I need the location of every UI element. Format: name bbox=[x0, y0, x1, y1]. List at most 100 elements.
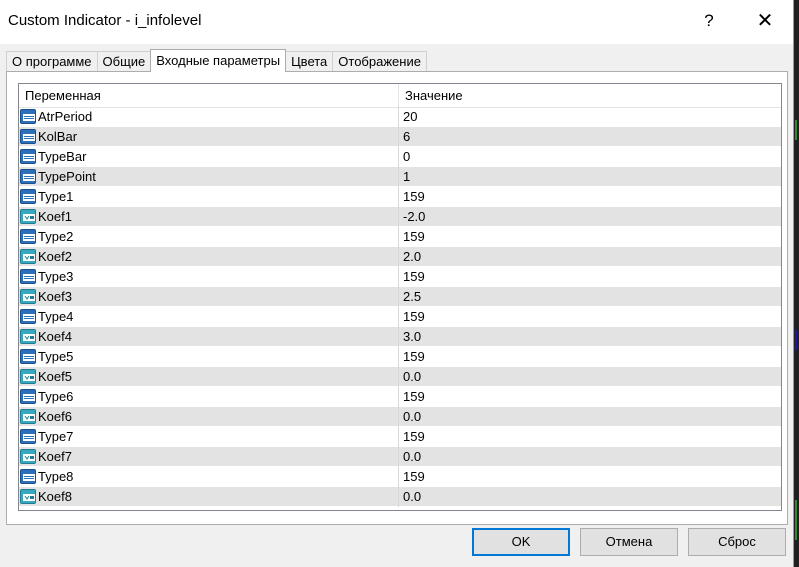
variable-name: Type7 bbox=[38, 429, 74, 444]
variable-cell: Type7 bbox=[19, 427, 399, 447]
double-type-icon bbox=[20, 369, 36, 384]
variable-name: Type4 bbox=[38, 309, 74, 324]
integer-type-icon bbox=[20, 429, 36, 444]
variable-name: Koef1 bbox=[38, 209, 72, 224]
table-row[interactable]: Type7 159 bbox=[19, 427, 781, 447]
value-cell[interactable]: 0.0 bbox=[399, 407, 781, 427]
value-cell[interactable]: 0.0 bbox=[399, 447, 781, 467]
variable-name: KolBar bbox=[38, 129, 78, 144]
value-cell[interactable]: 2.0 bbox=[399, 247, 781, 267]
table-row[interactable]: KolBar 6 bbox=[19, 127, 781, 147]
variable-name: AtrPeriod bbox=[38, 109, 93, 124]
double-type-icon bbox=[20, 289, 36, 304]
variable-cell: Type8 bbox=[19, 467, 399, 487]
variable-name: Koef7 bbox=[38, 449, 72, 464]
tab-common[interactable]: Общие bbox=[96, 51, 152, 72]
variable-cell: Koef6 bbox=[19, 407, 399, 427]
table-row[interactable]: TypePoint 1 bbox=[19, 167, 781, 187]
table-row[interactable]: Type1 159 bbox=[19, 187, 781, 207]
double-type-icon bbox=[20, 249, 36, 264]
reset-button[interactable]: Сброс bbox=[688, 528, 786, 556]
variable-cell: Type4 bbox=[19, 307, 399, 327]
integer-type-icon bbox=[20, 189, 36, 204]
cancel-button[interactable]: Отмена bbox=[580, 528, 678, 556]
variable-cell: Type3 bbox=[19, 267, 399, 287]
table-row[interactable]: Koef4 3.0 bbox=[19, 327, 781, 347]
variable-cell: TypeBar bbox=[19, 147, 399, 167]
tab-about[interactable]: О программе bbox=[6, 51, 98, 72]
column-header-variable[interactable]: Переменная bbox=[19, 84, 399, 107]
table-row[interactable]: Koef6 0.0 bbox=[19, 407, 781, 427]
ok-button[interactable]: OK bbox=[472, 528, 570, 556]
integer-type-icon bbox=[20, 229, 36, 244]
variable-cell: Koef4 bbox=[19, 327, 399, 347]
table-row[interactable]: Koef2 2.0 bbox=[19, 247, 781, 267]
variable-name: Koef6 bbox=[38, 409, 72, 424]
table-row[interactable]: Koef1 -2.0 bbox=[19, 207, 781, 227]
variable-cell: Koef5 bbox=[19, 367, 399, 387]
inputs-panel: Переменная Значение AtrPeriod 20 KolBar 6 Ty… bbox=[6, 71, 788, 525]
value-cell[interactable]: 0 bbox=[399, 147, 781, 167]
double-type-icon bbox=[20, 409, 36, 424]
parameters-table: Переменная Значение AtrPeriod 20 KolBar 6 Ty… bbox=[18, 83, 782, 511]
value-cell[interactable]: 159 bbox=[399, 467, 781, 487]
tab-visualization[interactable]: Отображение bbox=[332, 51, 427, 72]
value-cell[interactable]: 0.0 bbox=[399, 367, 781, 387]
window-title: Custom Indicator - i_infolevel bbox=[8, 12, 202, 29]
integer-type-icon bbox=[20, 469, 36, 484]
table-row[interactable]: Koef3 2.5 bbox=[19, 287, 781, 307]
variable-name: Koef3 bbox=[38, 289, 72, 304]
table-row[interactable]: TypeBar 0 bbox=[19, 147, 781, 167]
value-cell[interactable]: 159 bbox=[399, 187, 781, 207]
variable-cell: KolBar bbox=[19, 127, 399, 147]
integer-type-icon bbox=[20, 349, 36, 364]
value-cell[interactable]: 159 bbox=[399, 347, 781, 367]
column-header-value[interactable]: Значение bbox=[399, 84, 781, 107]
variable-name: Type6 bbox=[38, 389, 74, 404]
double-type-icon bbox=[20, 489, 36, 504]
integer-type-icon bbox=[20, 269, 36, 284]
value-cell[interactable]: -2.0 bbox=[399, 207, 781, 227]
value-cell[interactable]: 20 bbox=[399, 107, 781, 127]
table-row[interactable]: Type2 159 bbox=[19, 227, 781, 247]
chart-line bbox=[795, 500, 797, 540]
variable-cell: Koef7 bbox=[19, 447, 399, 467]
variable-name: Type1 bbox=[38, 189, 74, 204]
variable-cell: Type6 bbox=[19, 387, 399, 407]
value-cell[interactable]: 3.0 bbox=[399, 327, 781, 347]
chart-line bbox=[795, 330, 797, 350]
table-row[interactable]: Type5 159 bbox=[19, 347, 781, 367]
close-icon[interactable]: ✕ bbox=[750, 8, 780, 34]
value-cell[interactable]: 0.0 bbox=[399, 487, 781, 507]
table-row[interactable]: Type3 159 bbox=[19, 267, 781, 287]
value-cell[interactable]: 159 bbox=[399, 227, 781, 247]
title-bar[interactable]: Custom Indicator - i_infolevel ? ✕ bbox=[0, 0, 793, 44]
help-icon[interactable]: ? bbox=[698, 8, 720, 34]
table-row[interactable]: Type4 159 bbox=[19, 307, 781, 327]
table-row[interactable]: Koef8 0.0 bbox=[19, 487, 781, 507]
value-cell[interactable]: 159 bbox=[399, 427, 781, 447]
value-cell[interactable]: 159 bbox=[399, 387, 781, 407]
value-cell[interactable]: 6 bbox=[399, 127, 781, 147]
value-cell[interactable]: 2.5 bbox=[399, 287, 781, 307]
variable-cell: TypePoint bbox=[19, 167, 399, 187]
table-row[interactable]: Type6 159 bbox=[19, 387, 781, 407]
tab-colors[interactable]: Цвета bbox=[285, 51, 334, 72]
variable-name: Koef2 bbox=[38, 249, 72, 264]
integer-type-icon bbox=[20, 149, 36, 164]
tab-inputs[interactable]: Входные параметры bbox=[150, 49, 287, 72]
table-row[interactable]: Type8 159 bbox=[19, 467, 781, 487]
variable-cell: Koef3 bbox=[19, 287, 399, 307]
table-row[interactable]: AtrPeriod 20 bbox=[19, 107, 781, 127]
value-cell[interactable]: 159 bbox=[399, 267, 781, 287]
table-row[interactable]: Koef7 0.0 bbox=[19, 447, 781, 467]
table-row[interactable]: Koef5 0.0 bbox=[19, 367, 781, 387]
variable-name: Type8 bbox=[38, 469, 74, 484]
value-cell[interactable]: 159 bbox=[399, 307, 781, 327]
dialog-window: Custom Indicator - i_infolevel ? ✕ О про… bbox=[0, 0, 794, 567]
tab-strip: О программе Общие Входные параметры Цвет… bbox=[6, 49, 427, 72]
variable-name: TypeBar bbox=[38, 149, 87, 164]
variable-cell: Koef1 bbox=[19, 207, 399, 227]
value-cell[interactable]: 1 bbox=[399, 167, 781, 187]
double-type-icon bbox=[20, 329, 36, 344]
